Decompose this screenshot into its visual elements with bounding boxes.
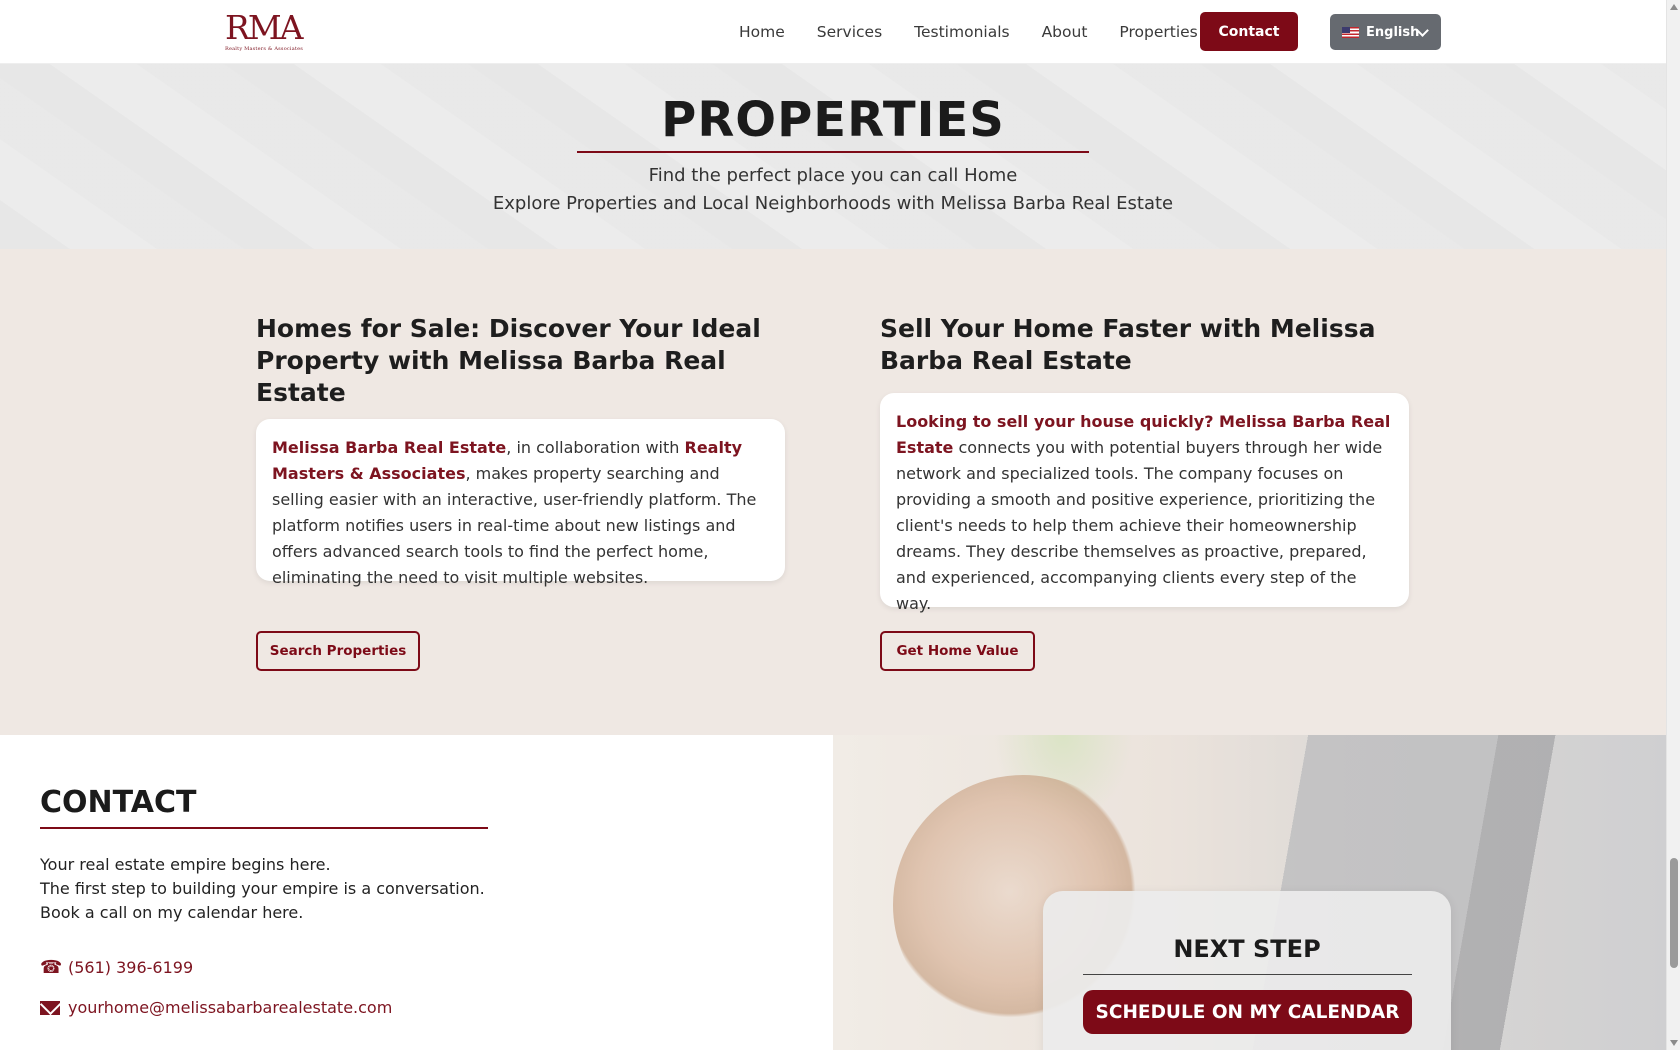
nav-about[interactable]: About (1042, 23, 1088, 41)
mail-icon (40, 1000, 60, 1015)
buy-text-1: , in collaboration with (506, 438, 685, 457)
schedule-calendar-button[interactable]: SCHEDULE ON MY CALENDAR (1083, 990, 1412, 1034)
contact-title: CONTACT (40, 785, 197, 820)
page-title: PROPERTIES (661, 92, 1005, 148)
language-selector[interactable]: English (1330, 14, 1441, 50)
get-home-value-button[interactable]: Get Home Value (880, 631, 1035, 671)
site-header: RMA Realty Masters & Associates Home Ser… (0, 0, 1666, 64)
contact-button[interactable]: Contact (1200, 12, 1298, 51)
email-address[interactable]: yourhome@melissabarbarealestate.com (68, 998, 392, 1017)
buy-heading: Homes for Sale: Discover Your Ideal Prop… (256, 314, 761, 407)
logo-subtitle: Realty Masters & Associates (225, 46, 304, 52)
scrollbar-thumb[interactable] (1670, 858, 1678, 968)
properties-hero: PROPERTIES Find the perfect place you ca… (0, 64, 1666, 249)
phone-icon: ☎ (40, 957, 63, 978)
contact-section: CONTACT Your real estate empire begins h… (0, 735, 833, 1050)
scroll-up-arrow-icon[interactable] (1670, 4, 1678, 10)
contact-divider (40, 827, 488, 829)
phone-row[interactable]: ☎ (561) 396-6199 (40, 957, 193, 978)
nav-services[interactable]: Services (817, 23, 882, 41)
search-properties-button[interactable]: Search Properties (256, 631, 420, 671)
language-label: English (1366, 24, 1420, 40)
buy-card: Melissa Barba Real Estate, in collaborat… (256, 419, 785, 587)
email-row[interactable]: yourhome@melissabarbarealestate.com (40, 998, 392, 1017)
next-step-divider (1083, 974, 1412, 975)
title-divider (577, 151, 1089, 153)
contact-line-3: Book a call on my calendar here. (40, 903, 304, 922)
contact-line-1: Your real estate empire begins here. (40, 855, 331, 874)
nav-testimonials[interactable]: Testimonials (914, 23, 1009, 41)
page-scrollbar[interactable] (1666, 0, 1680, 1050)
phone-number[interactable]: (561) 396-6199 (68, 958, 193, 977)
nav-properties[interactable]: Properties (1119, 23, 1197, 41)
next-step-title: NEXT STEP (1173, 935, 1321, 963)
us-flag-icon (1342, 26, 1359, 38)
next-step-card: NEXT STEP SCHEDULE ON MY CALENDAR (1043, 891, 1451, 1050)
scroll-down-arrow-icon[interactable] (1670, 1040, 1678, 1046)
contact-line-2: The first step to building your empire i… (40, 879, 485, 898)
rma-logo[interactable]: RMA Realty Masters & Associates (225, 11, 305, 53)
sell-text: connects you with potential buyers throu… (896, 438, 1383, 613)
sell-card: Looking to sell your house quickly? Meli… (880, 393, 1409, 613)
sell-heading: Sell Your Home Faster with Melissa Barba… (880, 314, 1376, 375)
nav-home[interactable]: Home (739, 23, 785, 41)
buy-brand-1: Melissa Barba Real Estate (272, 438, 507, 457)
contact-photo: NEXT STEP SCHEDULE ON MY CALENDAR (833, 735, 1666, 1050)
main-nav: Home Services Testimonials About Propert… (739, 0, 1198, 64)
logo-mark: RMA (225, 8, 303, 47)
hero-subtitle-2: Explore Properties and Local Neighborhoo… (492, 193, 1174, 214)
hero-subtitle-1: Find the perfect place you can call Home (648, 165, 1018, 186)
